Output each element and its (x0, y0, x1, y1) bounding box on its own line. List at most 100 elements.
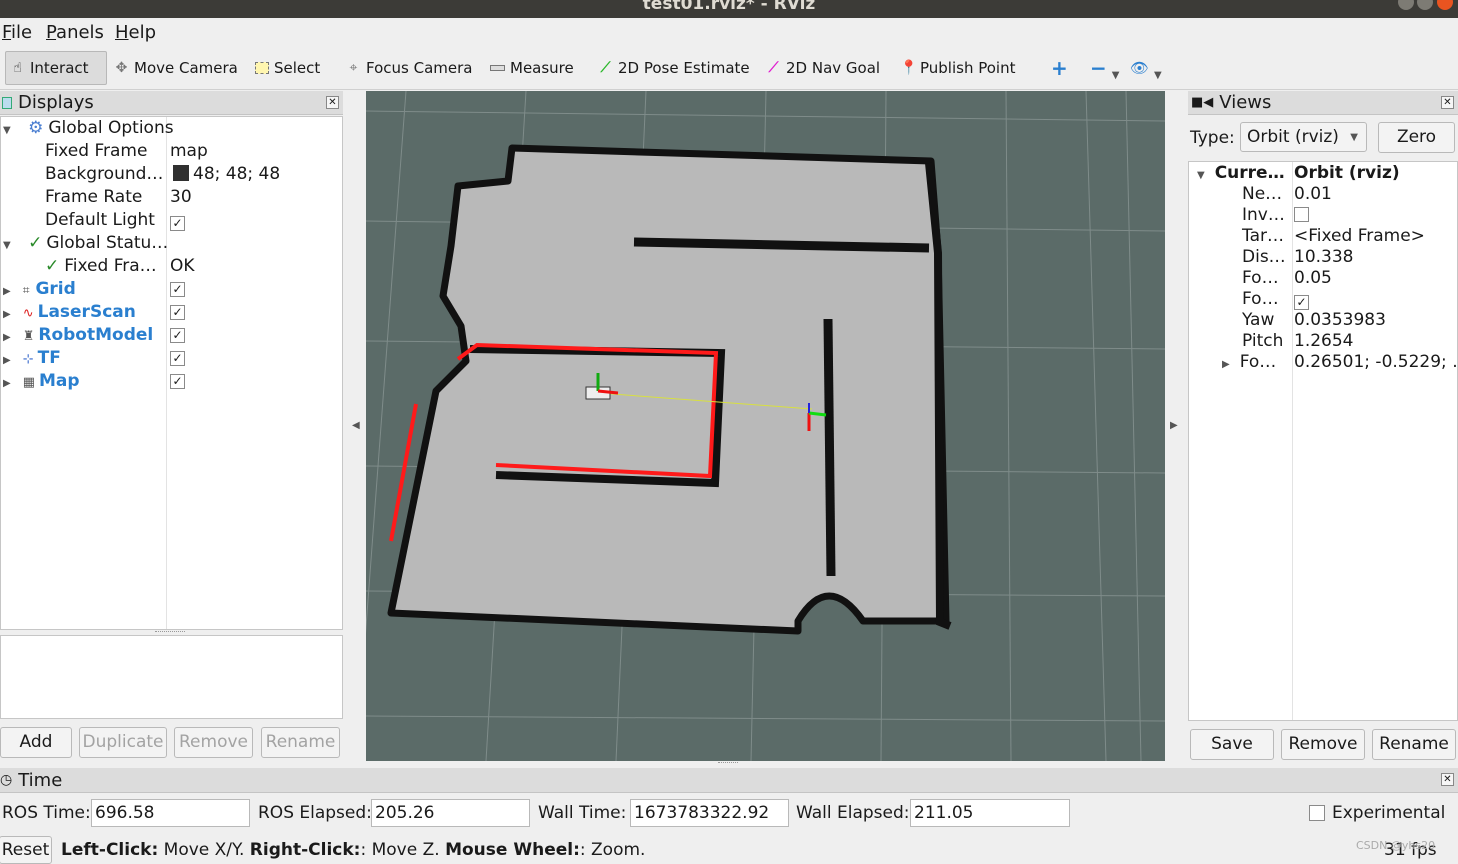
display-description-box (0, 635, 343, 719)
expand-arrow-icon: ▼ (1197, 170, 1205, 181)
move-camera-tool-button[interactable]: ✥ Move Camera (110, 51, 242, 85)
nav-goal-label: 2D Nav Goal (786, 59, 881, 77)
focus-camera-tool-button[interactable]: ⌖ Focus Camera (342, 51, 476, 85)
display-enable-checkbox[interactable]: ✓ (170, 305, 185, 320)
focal-shape-size-value[interactable]: 0.05 (1294, 267, 1332, 290)
display-item-map[interactable]: ▶ ▦ Map ✓ (1, 370, 344, 393)
publish-point-tool-button[interactable]: 📍 Publish Point (896, 51, 1019, 85)
yaw-label: Yaw (1242, 310, 1275, 330)
views-title: Views (1219, 92, 1272, 113)
menu-help[interactable]: Help (115, 22, 156, 43)
select-tool-button[interactable]: Select (251, 51, 324, 85)
wall-elapsed-field[interactable]: 211.05 (910, 799, 1070, 827)
yaw-value[interactable]: 0.0353983 (1294, 309, 1386, 332)
robot-icon: ♜ (22, 329, 35, 344)
wall-time-field[interactable]: 1673783322.92 (630, 799, 789, 827)
focal-point-row[interactable]: ▶ Fo… (1222, 351, 1276, 374)
checkbox[interactable] (1294, 207, 1309, 222)
3d-render-viewport[interactable] (366, 91, 1165, 761)
duplicate-display-button[interactable]: Duplicate (79, 727, 167, 758)
clock-icon: ◷ (0, 772, 13, 788)
display-enable-checkbox[interactable]: ✓ (170, 374, 185, 389)
save-view-button[interactable]: Save (1190, 729, 1274, 760)
frame-rate-label: Frame Rate (45, 187, 143, 207)
menu-file[interactable]: File (2, 22, 32, 43)
global-status-row[interactable]: ▼ ✓ Global Statu… (1, 232, 168, 255)
remove-view-button[interactable]: Remove (1281, 729, 1365, 760)
close-icon[interactable]: ✕ (1441, 96, 1454, 109)
near-clip-label: Ne… (1242, 184, 1283, 204)
add-tool-button[interactable]: + (1047, 51, 1072, 85)
fixed-frame-value[interactable]: map (170, 140, 208, 163)
display-item-robotmodel[interactable]: ▶ ♜ RobotModel ✓ (1, 324, 344, 347)
focal-shape-fixed-checkbox[interactable]: ✓ (1294, 288, 1309, 311)
view-type-value: Orbit (rviz) (1247, 127, 1339, 147)
display-item-grid[interactable]: ▶ ⌗ Grid ✓ (1, 278, 344, 301)
display-enable-checkbox[interactable]: ✓ (170, 282, 185, 297)
grid-icon: ⌗ (22, 283, 30, 297)
experimental-checkbox[interactable] (1309, 805, 1325, 821)
display-enable-checkbox[interactable]: ✓ (170, 328, 185, 343)
tool-properties-button[interactable]: 👁 ▼ (1126, 51, 1166, 85)
rename-view-button[interactable]: Rename (1372, 729, 1456, 760)
zero-button[interactable]: Zero (1378, 122, 1455, 153)
focal-point-value[interactable]: 0.26501; -0.5229; … (1294, 351, 1458, 374)
menu-panels[interactable]: Panels (46, 22, 104, 43)
fixed-frame-status-row: ✓ Fixed Fra… (45, 255, 157, 278)
pitch-value[interactable]: 1.2654 (1294, 330, 1353, 353)
invert-z-checkbox[interactable] (1294, 204, 1309, 227)
collapse-left-icon[interactable]: ◀ (352, 420, 360, 431)
global-options-row[interactable]: ▼ ⚙ Global Options (1, 117, 174, 140)
status-help-text: Left-Click: Move X/Y. Right-Click:: Move… (61, 840, 646, 860)
plus-icon: + (1051, 56, 1068, 80)
interact-tool-button[interactable]: ☝ Interact (5, 51, 107, 85)
publish-point-label: Publish Point (920, 59, 1016, 77)
checkbox[interactable]: ✓ (170, 216, 185, 231)
target-frame-value[interactable]: <Fixed Frame> (1294, 225, 1425, 248)
watermark: CSDN @yhs20 (1356, 839, 1436, 852)
display-item-label: Map (39, 371, 80, 391)
interact-label: Interact (30, 59, 89, 77)
select-label: Select (274, 59, 321, 77)
default-light-checkbox[interactable]: ✓ (170, 209, 185, 232)
expand-arrow-icon: ▼ (3, 125, 11, 136)
remove-tool-button[interactable]: − ▼ (1086, 51, 1123, 85)
near-clip-value[interactable]: 0.01 (1294, 183, 1332, 206)
ruler-icon (490, 65, 505, 71)
add-display-button[interactable]: Add (0, 727, 72, 758)
bottom-splitter-handle[interactable] (718, 762, 738, 765)
close-icon[interactable]: ✕ (326, 96, 339, 109)
collapsed-arrow-icon: ▶ (3, 378, 11, 389)
green-arrow-icon: ⟋ (600, 59, 611, 76)
distance-label: Dis… (1242, 247, 1286, 267)
close-icon[interactable]: ✕ (1441, 773, 1454, 786)
displays-tree: ▼ ⚙ Global Options Fixed Frame map Backgr… (0, 116, 343, 630)
rename-display-button[interactable]: Rename (261, 727, 340, 758)
display-item-label: TF (37, 348, 61, 368)
measure-tool-button[interactable]: Measure (486, 51, 578, 85)
distance-value[interactable]: 10.338 (1294, 246, 1353, 269)
toolbar: ☝ Interact ✥ Move Camera Select ⌖ Focus Cam… (0, 45, 1458, 90)
view-type-label: Type: (1190, 128, 1235, 148)
title-bar: test01.rviz* - RViz (0, 0, 1458, 18)
ros-time-field[interactable]: 696.58 (91, 799, 250, 827)
display-item-label: RobotModel (38, 325, 154, 345)
display-item-tf[interactable]: ▶ ⊹ TF ✓ (1, 347, 344, 370)
background-value[interactable]: 48; 48; 48 (173, 163, 280, 186)
pose-estimate-label: 2D Pose Estimate (618, 59, 750, 77)
checkbox[interactable]: ✓ (1294, 295, 1309, 310)
collapsed-arrow-icon: ▶ (3, 309, 11, 320)
pitch-label: Pitch (1242, 331, 1284, 351)
nav-goal-tool-button[interactable]: ⟋ 2D Nav Goal (762, 51, 884, 85)
remove-display-button[interactable]: Remove (174, 727, 253, 758)
displays-panel-header: Displays ✕ (0, 91, 343, 115)
pose-estimate-tool-button[interactable]: ⟋ 2D Pose Estimate (594, 51, 754, 85)
reset-button[interactable]: Reset (0, 836, 52, 864)
frame-rate-value[interactable]: 30 (170, 186, 192, 209)
current-view-row[interactable]: ▼ Curre… (1197, 162, 1285, 185)
display-enable-checkbox[interactable]: ✓ (170, 351, 185, 366)
ros-elapsed-field[interactable]: 205.26 (371, 799, 530, 827)
view-type-select[interactable]: Orbit (rviz) ▼ (1240, 122, 1367, 152)
display-item-laserscan[interactable]: ▶ ∿ LaserScan ✓ (1, 301, 344, 324)
collapse-right-icon[interactable]: ▶ (1170, 420, 1178, 431)
